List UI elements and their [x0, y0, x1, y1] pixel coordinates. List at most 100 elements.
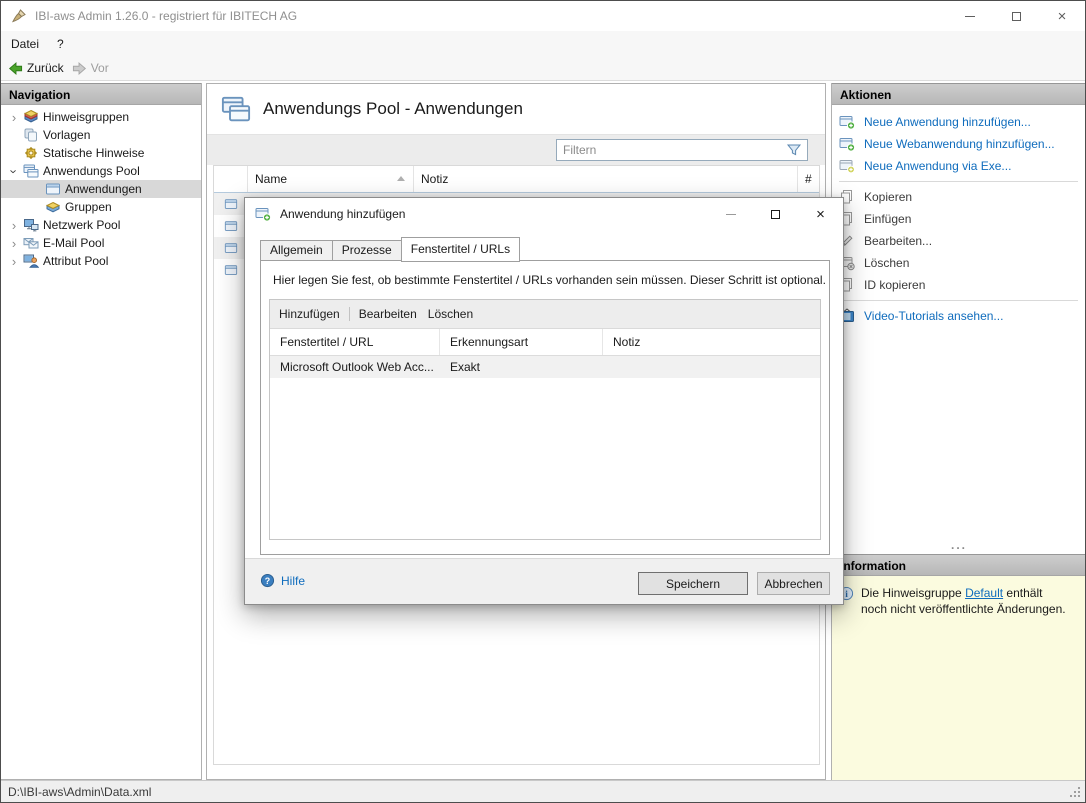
- back-arrow-icon: [8, 61, 23, 76]
- note-column-label: Notiz: [613, 335, 640, 349]
- chevron-right-icon[interactable]: ›: [7, 219, 21, 232]
- cancel-button[interactable]: Abbrechen: [757, 572, 830, 595]
- static-notices-icon: [23, 145, 39, 161]
- window-title: IBI-aws Admin 1.26.0 - registriert für I…: [35, 9, 297, 23]
- sidebar-item-label: E-Mail Pool: [43, 236, 104, 250]
- attribute-pool-icon: [23, 253, 39, 269]
- dialog-window-controls: ×: [708, 198, 843, 230]
- sidebar-item-label: Hinweisgruppen: [43, 110, 129, 124]
- chevron-right-icon[interactable]: ›: [7, 237, 21, 250]
- tab-fenstertitel-urls[interactable]: Fenstertitel / URLs: [401, 237, 520, 262]
- notiz-column-header[interactable]: Notiz: [414, 166, 798, 192]
- note-column-header[interactable]: Notiz: [603, 329, 820, 355]
- sidebar-item-hinweisgruppen[interactable]: › Hinweisgruppen: [1, 108, 201, 126]
- filter-funnel-icon[interactable]: [786, 142, 802, 158]
- action-label: Einfügen: [864, 212, 911, 226]
- list-toolbar: Hinzufügen Bearbeiten Löschen: [270, 300, 820, 329]
- chevron-right-icon[interactable]: ›: [7, 111, 21, 124]
- application-icon: [224, 241, 238, 255]
- dialog-maximize-button[interactable]: [753, 198, 798, 230]
- maximize-button[interactable]: [993, 1, 1039, 31]
- action-label: Löschen: [864, 256, 909, 270]
- maximize-icon: [1012, 12, 1021, 21]
- nav-toolbar: Zurück Vor: [1, 56, 1085, 80]
- sidebar-item-anwendungs-pool[interactable]: › Anwendungs Pool: [1, 162, 201, 180]
- notice-groups-icon: [23, 109, 39, 125]
- data-file-path: D:\IBI-aws\Admin\Data.xml: [8, 785, 151, 799]
- app-brush-icon: [11, 8, 27, 24]
- forward-arrow-icon: [72, 61, 87, 76]
- default-group-link[interactable]: Default: [965, 586, 1003, 600]
- sidebar-item-vorlagen[interactable]: › Vorlagen: [1, 126, 201, 144]
- tab-allgemein[interactable]: Allgemein: [260, 240, 332, 261]
- action-video-tutorials[interactable]: Video-Tutorials ansehen...: [832, 305, 1086, 327]
- chevron-right-icon[interactable]: ›: [7, 255, 21, 268]
- dialog-close-button[interactable]: ×: [798, 198, 843, 230]
- sort-ascending-icon: [397, 176, 405, 181]
- sidebar-item-statische-hinweise[interactable]: › Statische Hinweise: [1, 144, 201, 162]
- action-kopieren[interactable]: Kopieren: [832, 186, 1086, 208]
- filter-input[interactable]: [557, 143, 786, 157]
- minimize-button[interactable]: [947, 1, 993, 31]
- tab-prozesse[interactable]: Prozesse: [332, 240, 401, 261]
- page-title: Anwendungs Pool - Anwendungen: [263, 99, 523, 119]
- sidebar-item-email-pool[interactable]: › E-Mail Pool: [1, 234, 201, 252]
- action-label: Bearbeiten...: [864, 234, 932, 248]
- count-column-header[interactable]: #: [798, 166, 819, 192]
- resize-grip[interactable]: [1070, 787, 1072, 789]
- title-column-label: Fenstertitel / URL: [280, 335, 373, 349]
- email-pool-icon: [23, 235, 39, 251]
- type-column-header[interactable]: Erkennungsart: [440, 329, 603, 355]
- minimize-icon: [726, 214, 736, 215]
- name-column-header[interactable]: Name: [248, 166, 414, 192]
- list-item[interactable]: Microsoft Outlook Web Acc... Exakt: [270, 356, 820, 378]
- window-controls: ×: [947, 1, 1085, 31]
- dialog-minimize-button[interactable]: [708, 198, 753, 230]
- list-item-type: Exakt: [440, 360, 603, 374]
- panel-splitter-handle[interactable]: ...: [832, 540, 1086, 550]
- app-window: IBI-aws Admin 1.26.0 - registriert für I…: [0, 0, 1086, 803]
- action-neue-anwendung[interactable]: Neue Anwendung hinzufügen...: [832, 111, 1086, 133]
- menu-help[interactable]: ?: [49, 31, 72, 56]
- sidebar-item-attribut-pool[interactable]: › Attribut Pool: [1, 252, 201, 270]
- title-bar: IBI-aws Admin 1.26.0 - registriert für I…: [1, 1, 1085, 31]
- sidebar-item-netzwerk-pool[interactable]: › Netzwerk Pool: [1, 216, 201, 234]
- close-icon: ×: [816, 207, 825, 222]
- navigation-panel: Navigation › Hinweisgruppen › Vorlagen ›…: [1, 83, 202, 780]
- tab-page-fenstertitel-urls: Hier legen Sie fest, ob bestimmte Fenste…: [260, 260, 830, 555]
- information-text-before: Die Hinweisgruppe: [861, 586, 965, 600]
- sidebar-item-anwendungen[interactable]: › Anwendungen: [1, 180, 201, 198]
- forward-button[interactable]: Vor: [72, 61, 109, 76]
- close-button[interactable]: ×: [1039, 1, 1085, 31]
- title-column-header[interactable]: Fenstertitel / URL: [270, 329, 440, 355]
- action-einfuegen[interactable]: Einfügen: [832, 208, 1086, 230]
- action-bearbeiten[interactable]: Bearbeiten...: [832, 230, 1086, 252]
- dialog-tabs: Allgemein Prozesse Fenstertitel / URLs: [260, 239, 520, 261]
- save-button[interactable]: Speichern: [638, 572, 748, 595]
- add-application-dialog: Anwendung hinzufügen × Allgemein Prozess…: [244, 197, 844, 605]
- back-button[interactable]: Zurück: [8, 61, 64, 76]
- application-icon: [224, 219, 238, 233]
- notiz-column-label: Notiz: [421, 172, 448, 186]
- application-icon: [224, 197, 238, 211]
- navigation-header: Navigation: [1, 83, 201, 105]
- top-strip: Datei ? Zurück Vor: [1, 31, 1085, 81]
- sidebar-item-gruppen[interactable]: › Gruppen: [1, 198, 201, 216]
- action-loeschen[interactable]: Löschen: [832, 252, 1086, 274]
- menu-datei[interactable]: Datei: [1, 31, 49, 56]
- action-label: Neue Anwendung via Exe...: [864, 159, 1011, 173]
- list-edit-button[interactable]: Bearbeiten: [350, 307, 426, 321]
- add-application-icon: [255, 206, 271, 222]
- separator: [839, 181, 1078, 182]
- icon-column-header[interactable]: [214, 166, 248, 192]
- application-icon: [45, 181, 61, 197]
- list-add-button[interactable]: Hinzufügen: [270, 307, 349, 321]
- list-delete-button[interactable]: Löschen: [426, 307, 482, 321]
- action-neue-anwendung-via-exe[interactable]: Neue Anwendung via Exe...: [832, 155, 1086, 177]
- chevron-down-icon[interactable]: ›: [8, 164, 21, 178]
- help-link[interactable]: Hilfe: [260, 573, 305, 588]
- action-neue-webanwendung[interactable]: Neue Webanwendung hinzufügen...: [832, 133, 1086, 155]
- action-id-kopieren[interactable]: ID kopieren: [832, 274, 1086, 296]
- sidebar-item-label: Netzwerk Pool: [43, 218, 120, 232]
- sidebar-item-label: Attribut Pool: [43, 254, 108, 268]
